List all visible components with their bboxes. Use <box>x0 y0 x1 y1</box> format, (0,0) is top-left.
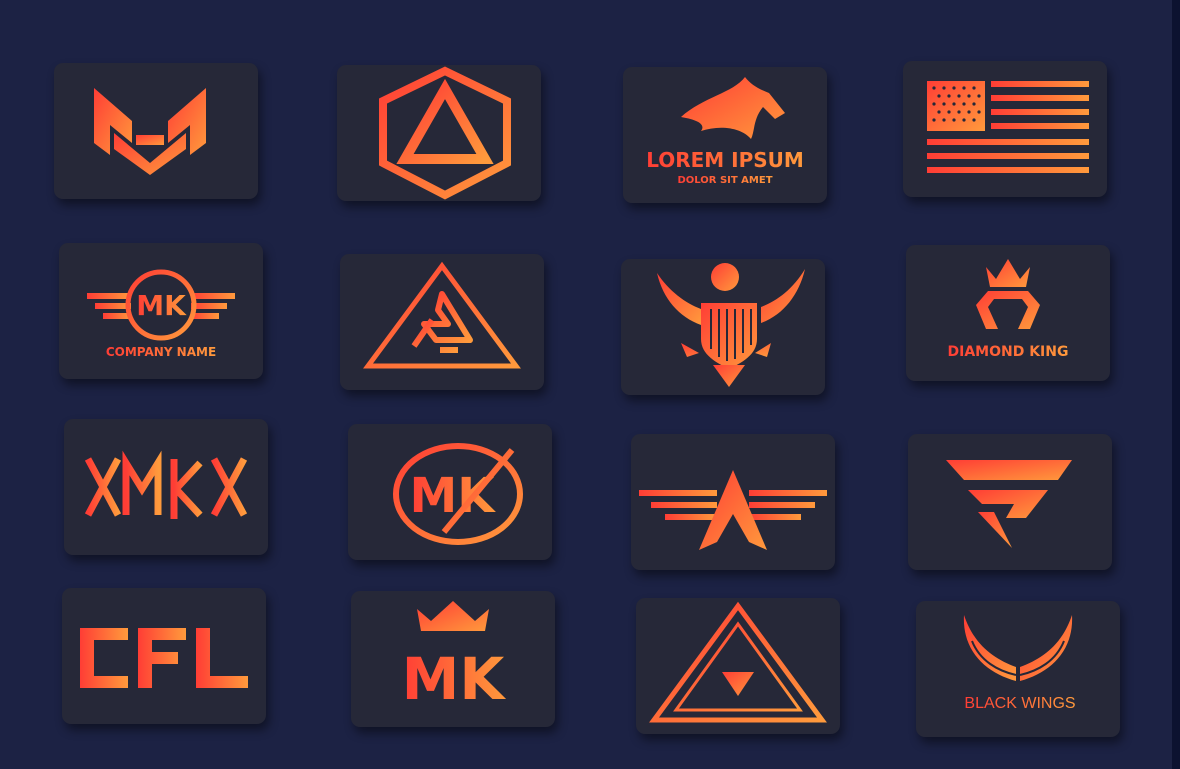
logo-card-hexagon[interactable] <box>337 65 541 201</box>
mk-text-3: MK <box>402 645 507 713</box>
triangle-eye-icon <box>649 601 827 723</box>
mg-monogram-icon <box>94 88 206 175</box>
winged-a-icon <box>639 470 827 550</box>
logo-card-flag[interactable] <box>903 61 1107 197</box>
logo-card-diamond-king[interactable]: DIAMOND KING <box>906 245 1110 381</box>
logo-card-horse[interactable]: LOREM IPSUM DOLOR SIT AMET <box>623 67 827 203</box>
logo-card-mk-crown[interactable]: MK <box>351 591 555 727</box>
logo-card-eagle[interactable] <box>621 259 825 395</box>
wings-icon: BLACK WINGS <box>963 615 1076 712</box>
logo-card-f[interactable] <box>908 434 1112 570</box>
logo-card-cfl[interactable] <box>62 588 266 724</box>
lorem-ipsum-text: LOREM IPSUM <box>646 148 804 172</box>
logo-card-black-wings[interactable]: BLACK WINGS <box>916 601 1120 737</box>
right-edge-bar <box>1172 0 1180 769</box>
logo-card-triangle-eye[interactable] <box>636 598 840 734</box>
logo-card-mk-wings[interactable]: MK COMPANY NAME <box>59 243 263 379</box>
company-name-text: COMPANY NAME <box>106 345 216 359</box>
eagle-shield-icon <box>657 263 805 387</box>
crown-diamond-icon: DIAMOND KING <box>948 259 1069 360</box>
mk-crown-icon: MK <box>402 601 507 713</box>
logo-card-triangle-knot[interactable] <box>340 254 544 390</box>
mk-circle-icon: MK <box>393 443 523 545</box>
triangle-knot-icon <box>363 261 521 369</box>
logo-card-mk-circle[interactable]: MK <box>348 424 552 560</box>
hexagon-triangle-icon <box>379 66 511 200</box>
logo-card-winged-a[interactable] <box>631 434 835 570</box>
cfl-wordmark-icon <box>80 628 248 688</box>
f-mark-icon <box>946 460 1072 548</box>
logo-card-mg[interactable] <box>54 63 258 199</box>
flag-icon <box>927 81 1089 173</box>
logo-card-xmkx[interactable] <box>64 419 268 555</box>
winged-circle-icon: MK COMPANY NAME <box>87 269 235 359</box>
mk-text: MK <box>136 289 187 322</box>
diamond-king-text: DIAMOND KING <box>948 344 1069 360</box>
horse-head-icon: LOREM IPSUM DOLOR SIT AMET <box>646 77 804 186</box>
dolor-sit-amet-text: DOLOR SIT AMET <box>677 175 772 186</box>
xmkx-wordmark-icon <box>84 450 248 519</box>
mk-text-2: MK <box>410 468 497 524</box>
black-wings-text: BLACK WINGS <box>964 695 1075 712</box>
